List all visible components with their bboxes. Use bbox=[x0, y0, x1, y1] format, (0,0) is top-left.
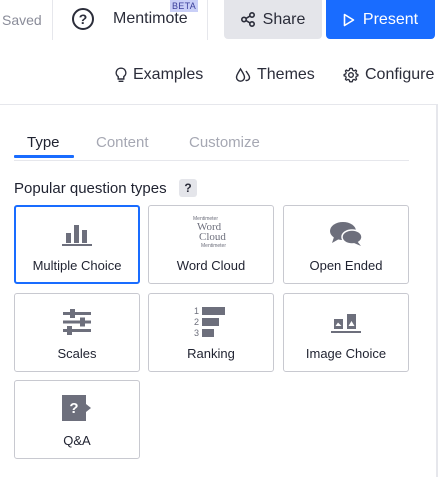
rank-number: 2 bbox=[194, 317, 200, 327]
bar-chart-icon bbox=[62, 225, 92, 246]
gear-icon bbox=[343, 67, 359, 83]
question-type-multiple-choice[interactable]: Multiple Choice bbox=[14, 205, 140, 284]
rank-bar bbox=[202, 329, 214, 337]
play-icon bbox=[343, 13, 355, 26]
tab-customize[interactable]: Customize bbox=[189, 134, 260, 151]
active-tab-indicator bbox=[14, 155, 74, 158]
question-type-scales[interactable]: Scales bbox=[14, 293, 140, 372]
help-button[interactable]: ? bbox=[72, 8, 94, 30]
speech-bubbles-icon bbox=[330, 222, 363, 246]
themes-button[interactable]: Themes bbox=[235, 66, 315, 84]
drops-icon bbox=[235, 67, 251, 82]
beta-badge: BETA bbox=[170, 0, 199, 12]
app-name[interactable]: Mentimote bbox=[113, 10, 188, 28]
question-type-label: Word Cloud bbox=[176, 258, 246, 273]
saved-status: Saved bbox=[2, 12, 42, 28]
word-cloud-big-text: Cloud bbox=[199, 231, 226, 243]
word-cloud-icon: Mentimeter Word Cloud Mentimeter bbox=[193, 217, 229, 251]
question-type-open-ended[interactable]: Open Ended bbox=[283, 205, 409, 284]
share-button[interactable]: Share bbox=[224, 0, 322, 39]
question-type-label: Q&A bbox=[63, 433, 91, 448]
help-icon: ? bbox=[78, 11, 88, 27]
section-help-icon[interactable]: ? bbox=[179, 179, 197, 197]
section-title: Popular question types bbox=[14, 180, 167, 197]
tab-type[interactable]: Type bbox=[27, 134, 60, 151]
divider bbox=[207, 0, 208, 40]
word-cloud-small-text: Mentimeter bbox=[201, 243, 227, 249]
divider bbox=[52, 0, 53, 40]
lightbulb-icon bbox=[115, 67, 127, 82]
qa-question-mark: ? bbox=[69, 400, 79, 417]
rank-number: 1 bbox=[194, 306, 200, 316]
examples-label: Examples bbox=[133, 66, 204, 83]
image-choice-icon bbox=[331, 314, 361, 333]
question-type-label: Scales bbox=[57, 346, 97, 361]
question-type-label: Open Ended bbox=[309, 258, 383, 273]
rank-bar bbox=[202, 318, 219, 326]
share-icon bbox=[240, 12, 255, 27]
present-button[interactable]: Present bbox=[326, 0, 435, 39]
question-type-qa[interactable]: ? Q&A bbox=[14, 380, 140, 459]
question-type-label: Image Choice bbox=[305, 346, 387, 361]
configure-label: Configure bbox=[365, 66, 435, 83]
toolbar-divider bbox=[0, 104, 438, 105]
top-bar: Saved ? Mentimote BETA Share Present bbox=[0, 0, 438, 40]
share-label: Share bbox=[262, 10, 306, 28]
rank-bar bbox=[202, 307, 225, 315]
qa-icon: ? bbox=[60, 395, 94, 423]
tab-content[interactable]: Content bbox=[96, 134, 149, 151]
tabs-baseline bbox=[14, 160, 409, 161]
ranking-icon: 1 2 3 bbox=[194, 306, 228, 338]
rank-number: 3 bbox=[194, 328, 200, 338]
themes-label: Themes bbox=[257, 66, 315, 83]
question-type-label: Ranking bbox=[187, 346, 235, 361]
question-type-label: Multiple Choice bbox=[32, 258, 122, 273]
present-label: Present bbox=[362, 10, 419, 28]
question-type-image-choice[interactable]: Image Choice bbox=[283, 293, 409, 372]
question-type-word-cloud[interactable]: Mentimeter Word Cloud Mentimeter Word Cl… bbox=[148, 205, 274, 284]
question-type-ranking[interactable]: 1 2 3 Ranking bbox=[148, 293, 274, 372]
sliders-icon bbox=[63, 309, 91, 335]
examples-button[interactable]: Examples bbox=[115, 66, 203, 84]
configure-button[interactable]: Configure bbox=[343, 66, 434, 84]
